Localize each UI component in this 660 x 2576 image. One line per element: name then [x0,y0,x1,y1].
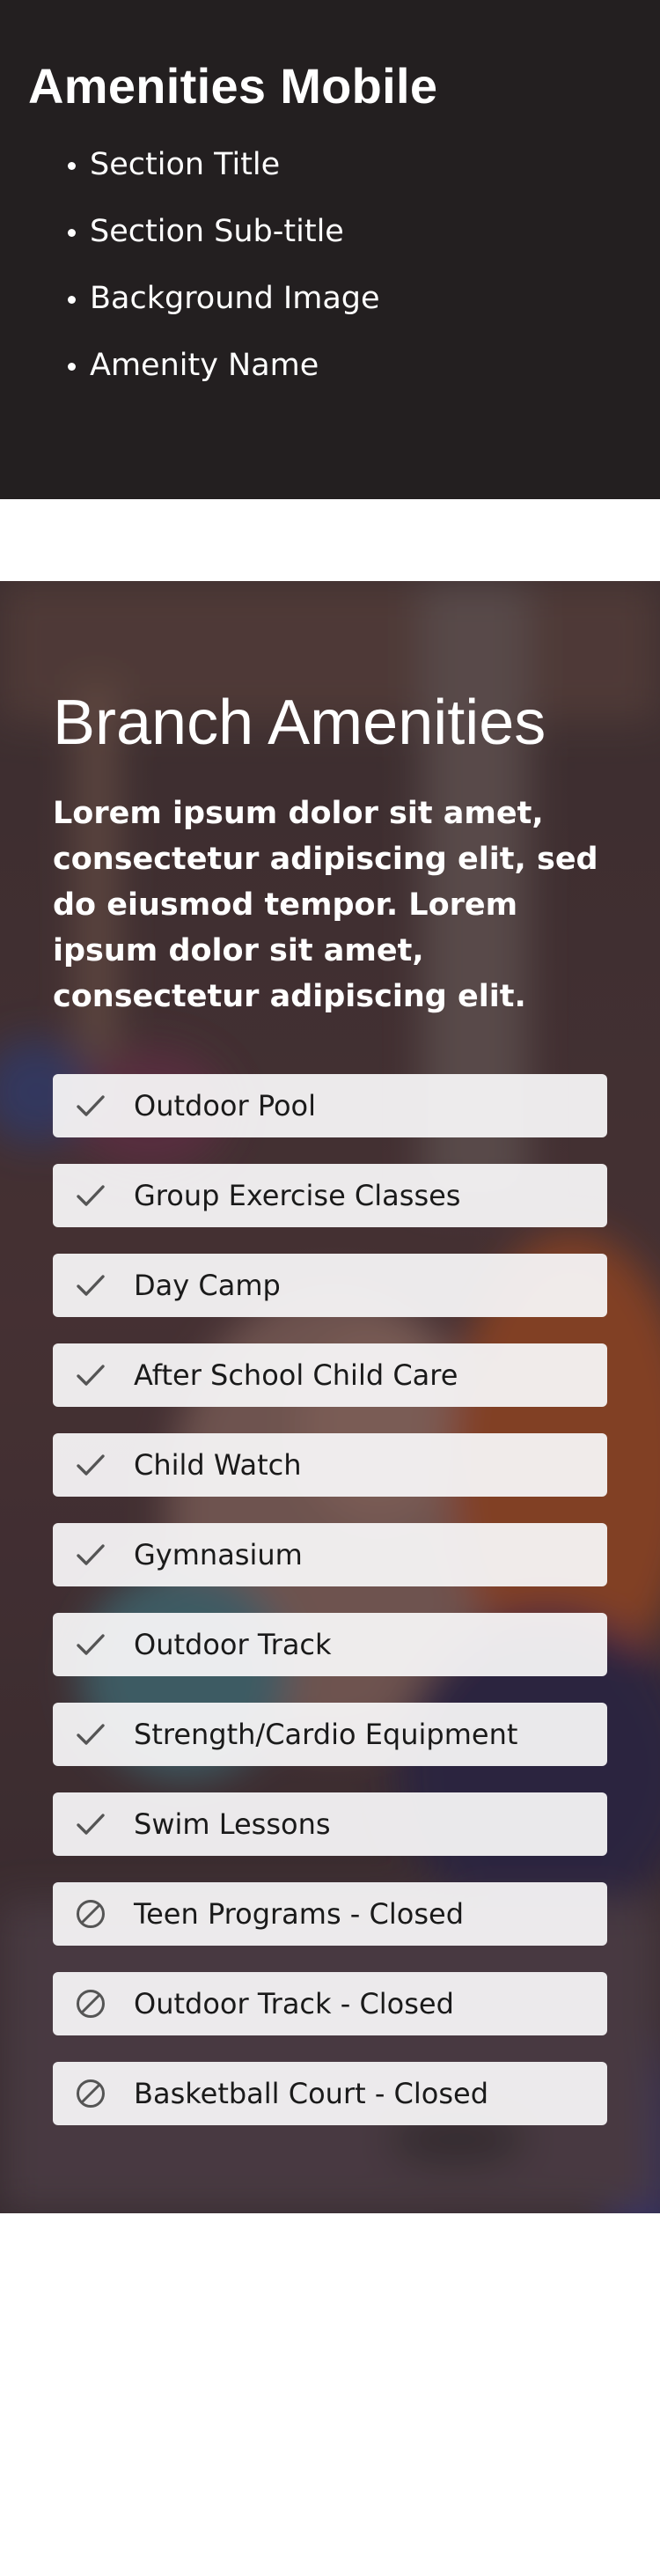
amenity-item: Day Camp [53,1254,607,1317]
amenity-item: Group Exercise Classes [53,1164,607,1227]
spec-item: Background Image [90,282,380,315]
amenity-name: Gymnasium [134,1538,303,1571]
amenity-name: Outdoor Track [134,1628,332,1661]
amenity-name: Teen Programs - Closed [134,1897,464,1931]
amenity-name: Outdoor Pool [134,1089,317,1122]
amenity-name: Group Exercise Classes [134,1179,461,1212]
amenity-item-closed: Teen Programs - Closed [53,1882,607,1946]
check-icon [74,1358,107,1392]
spec-item: Amenity Name [90,349,380,382]
amenity-name: Strength/Cardio Equipment [134,1718,518,1751]
amenity-name: Basketball Court - Closed [134,2077,489,2110]
check-icon [74,1448,107,1482]
amenity-item-closed: Basketball Court - Closed [53,2062,607,2125]
check-icon [74,1269,107,1302]
amenity-item: Outdoor Pool [53,1074,607,1137]
section-subtitle: Lorem ipsum dolor sit amet, consectetur … [53,796,598,1014]
check-icon [74,1538,107,1571]
amenity-item: Swim Lessons [53,1792,607,1856]
check-icon [74,1089,107,1122]
amenity-name: Outdoor Track - Closed [134,1987,454,2020]
amenity-name: Swim Lessons [134,1807,331,1841]
amenity-item: Gymnasium [53,1523,607,1586]
spec-item: Section Sub-title [90,215,380,248]
spec-title: Amenities Mobile [28,58,438,114]
amenity-item-closed: Outdoor Track - Closed [53,1972,607,2035]
check-icon [74,1718,107,1751]
closed-icon [74,1897,107,1931]
amenities-mobile-spec: Amenities Mobile Section Title Section S… [0,0,660,499]
section-title: Branch Amenities [53,688,546,758]
amenity-item: Outdoor Track [53,1613,607,1676]
branch-amenities-section: Branch Amenities Lorem ipsum dolor sit a… [0,581,660,2213]
amenity-name: After School Child Care [134,1358,458,1392]
check-icon [74,1807,107,1841]
closed-icon [74,1987,107,2020]
closed-icon [74,2077,107,2110]
amenity-item: Child Watch [53,1433,607,1497]
spec-list: Section Title Section Sub-title Backgrou… [0,148,380,416]
check-icon [74,1179,107,1212]
amenity-item: Strength/Cardio Equipment [53,1703,607,1766]
amenity-name: Child Watch [134,1448,302,1482]
amenity-list: Outdoor Pool Group Exercise Classes Day … [53,1074,607,2152]
amenity-name: Day Camp [134,1269,281,1302]
check-icon [74,1628,107,1661]
spec-item: Section Title [90,148,380,181]
amenity-item: After School Child Care [53,1343,607,1407]
